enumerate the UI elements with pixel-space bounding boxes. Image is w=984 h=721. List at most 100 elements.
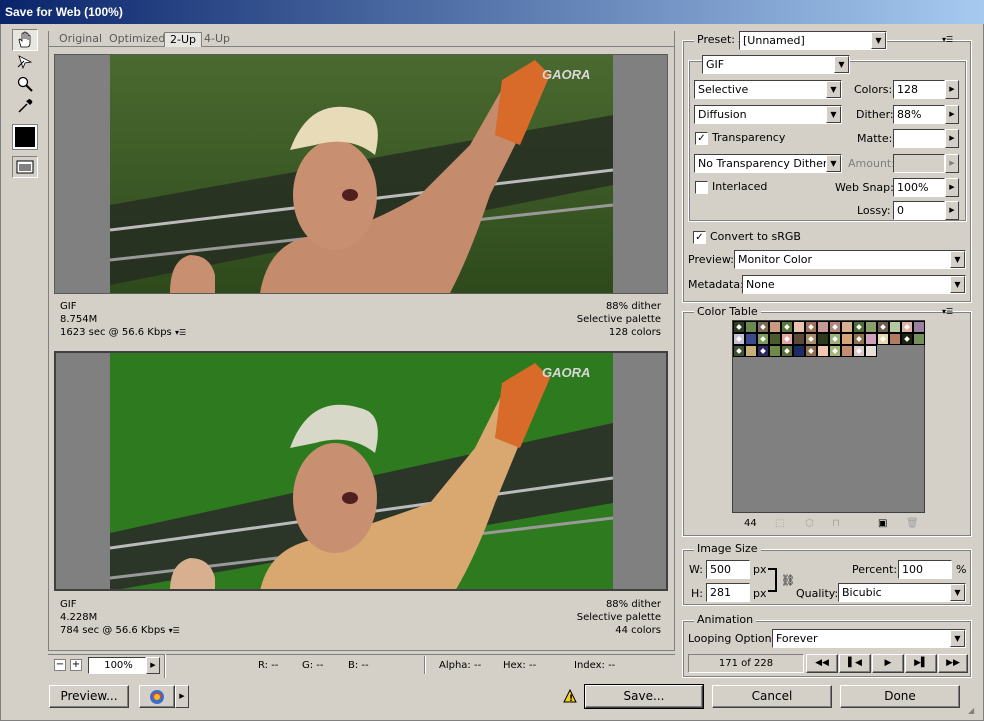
- matte-field[interactable]: [893, 129, 945, 148]
- web-snap-field[interactable]: 100%: [893, 178, 945, 197]
- color-swatch[interactable]: [745, 333, 757, 345]
- color-swatch[interactable]: [817, 345, 829, 357]
- color-swatch[interactable]: [769, 321, 781, 333]
- tab-optimized[interactable]: Optimized: [104, 32, 170, 47]
- color-swatch[interactable]: [817, 333, 829, 345]
- chain-link-icon[interactable]: ⛓: [781, 574, 795, 587]
- lock-color-icon[interactable]: ⊓: [832, 518, 840, 529]
- new-color-icon[interactable]: ▣: [878, 518, 887, 529]
- color-swatch[interactable]: [877, 321, 889, 333]
- color-swatch[interactable]: [865, 321, 877, 333]
- transparency-dither-select[interactable]: No Transparency Dither ▼: [694, 154, 842, 173]
- first-frame-button[interactable]: ◀◀: [806, 654, 838, 673]
- color-swatch[interactable]: [769, 345, 781, 357]
- color-table-menu-icon[interactable]: ▾☰: [942, 307, 953, 316]
- color-swatch[interactable]: [769, 333, 781, 345]
- zoom-out-button[interactable]: −: [54, 659, 66, 671]
- trash-icon[interactable]: 🗑: [906, 518, 919, 529]
- color-swatch[interactable]: [853, 321, 865, 333]
- zoom-level-dropdown[interactable]: ▶: [146, 657, 160, 674]
- color-swatch[interactable]: [865, 333, 877, 345]
- cancel-button[interactable]: Cancel: [712, 685, 832, 708]
- toggle-slices-icon[interactable]: [12, 156, 38, 178]
- matte-dropdown[interactable]: ▶: [945, 129, 959, 148]
- color-swatch[interactable]: [805, 333, 817, 345]
- color-swatch[interactable]: [805, 321, 817, 333]
- optimize-menu-icon[interactable]: ▾☰: [942, 35, 953, 44]
- color-swatch[interactable]: [865, 345, 877, 357]
- color-table[interactable]: [732, 320, 925, 513]
- web-shift-icon[interactable]: ⬡: [805, 518, 814, 529]
- last-frame-button[interactable]: ▶▶: [938, 654, 968, 673]
- height-field[interactable]: 281: [706, 583, 750, 602]
- download-speed-menu-icon[interactable]: ▾☰: [175, 328, 186, 337]
- zoom-tool-icon[interactable]: [12, 73, 38, 95]
- color-swatch[interactable]: [793, 333, 805, 345]
- preview-in-browser-button[interactable]: [139, 685, 175, 708]
- colors-stepper[interactable]: ▶: [945, 80, 959, 99]
- resize-grip-icon[interactable]: ◢: [968, 706, 980, 718]
- tab-original[interactable]: Original: [54, 32, 107, 47]
- color-swatch[interactable]: [913, 333, 925, 345]
- metadata-select[interactable]: None ▼: [742, 275, 966, 294]
- eyedropper-color-swatch[interactable]: [12, 124, 38, 150]
- color-swatch[interactable]: [781, 345, 793, 357]
- tab-2-up[interactable]: 2-Up: [164, 32, 203, 47]
- percent-field[interactable]: 100: [898, 560, 952, 579]
- play-button[interactable]: ▶: [872, 654, 904, 673]
- color-swatch[interactable]: [781, 321, 793, 333]
- color-swatch[interactable]: [901, 333, 913, 345]
- color-swatch[interactable]: [853, 333, 865, 345]
- save-button[interactable]: Save...: [584, 684, 704, 709]
- width-field[interactable]: 500: [706, 560, 750, 579]
- color-swatch[interactable]: [805, 345, 817, 357]
- color-swatch[interactable]: [781, 333, 793, 345]
- color-swatch[interactable]: [829, 345, 841, 357]
- color-swatch[interactable]: [901, 321, 913, 333]
- download-speed-menu-icon[interactable]: ▾☰: [169, 626, 180, 635]
- interlaced-checkbox[interactable]: [695, 181, 708, 194]
- convert-srgb-checkbox[interactable]: ✓: [693, 231, 706, 244]
- color-swatch[interactable]: [757, 321, 769, 333]
- slice-select-tool-icon[interactable]: [12, 51, 38, 73]
- preset-select[interactable]: [Unnamed] ▼: [739, 31, 887, 50]
- color-swatch[interactable]: [793, 345, 805, 357]
- color-swatch[interactable]: [793, 321, 805, 333]
- browser-dropdown[interactable]: ▶: [175, 685, 189, 708]
- color-swatch[interactable]: [841, 321, 853, 333]
- color-swatch[interactable]: [745, 321, 757, 333]
- hand-tool-icon[interactable]: [12, 29, 38, 51]
- quality-select[interactable]: Bicubic ▼: [838, 583, 966, 602]
- color-swatch[interactable]: [829, 333, 841, 345]
- color-swatch[interactable]: [757, 345, 769, 357]
- color-swatch[interactable]: [853, 345, 865, 357]
- color-swatch[interactable]: [829, 321, 841, 333]
- tab-4-up[interactable]: 4-Up: [199, 32, 235, 47]
- color-swatch[interactable]: [889, 333, 901, 345]
- color-swatch[interactable]: [841, 345, 853, 357]
- eyedropper-tool-icon[interactable]: [12, 95, 38, 117]
- color-swatch[interactable]: [817, 321, 829, 333]
- color-swatch[interactable]: [745, 345, 757, 357]
- format-select[interactable]: GIF ▼: [702, 55, 850, 74]
- web-snap-stepper[interactable]: ▶: [945, 178, 959, 197]
- zoom-level-field[interactable]: 100%: [88, 657, 146, 674]
- map-to-transparent-icon[interactable]: ⬚: [775, 518, 784, 529]
- color-swatch[interactable]: [733, 345, 745, 357]
- color-swatch[interactable]: [733, 333, 745, 345]
- dither-algorithm-select[interactable]: Diffusion ▼: [694, 105, 842, 124]
- reduction-select[interactable]: Selective ▼: [694, 80, 842, 99]
- dither-field[interactable]: 88%: [893, 105, 945, 124]
- color-swatch[interactable]: [733, 321, 745, 333]
- colors-field[interactable]: 128: [893, 80, 945, 99]
- zoom-in-button[interactable]: +: [70, 659, 82, 671]
- color-swatch[interactable]: [877, 333, 889, 345]
- color-swatch[interactable]: [841, 333, 853, 345]
- looping-select[interactable]: Forever ▼: [772, 629, 966, 648]
- preview-select[interactable]: Monitor Color ▼: [734, 250, 966, 269]
- preview-pane-optimized[interactable]: GAORA: [54, 351, 668, 591]
- color-swatch[interactable]: [913, 321, 925, 333]
- color-swatch[interactable]: [889, 321, 901, 333]
- color-swatch[interactable]: [757, 333, 769, 345]
- previous-frame-button[interactable]: ▌◀: [839, 654, 871, 673]
